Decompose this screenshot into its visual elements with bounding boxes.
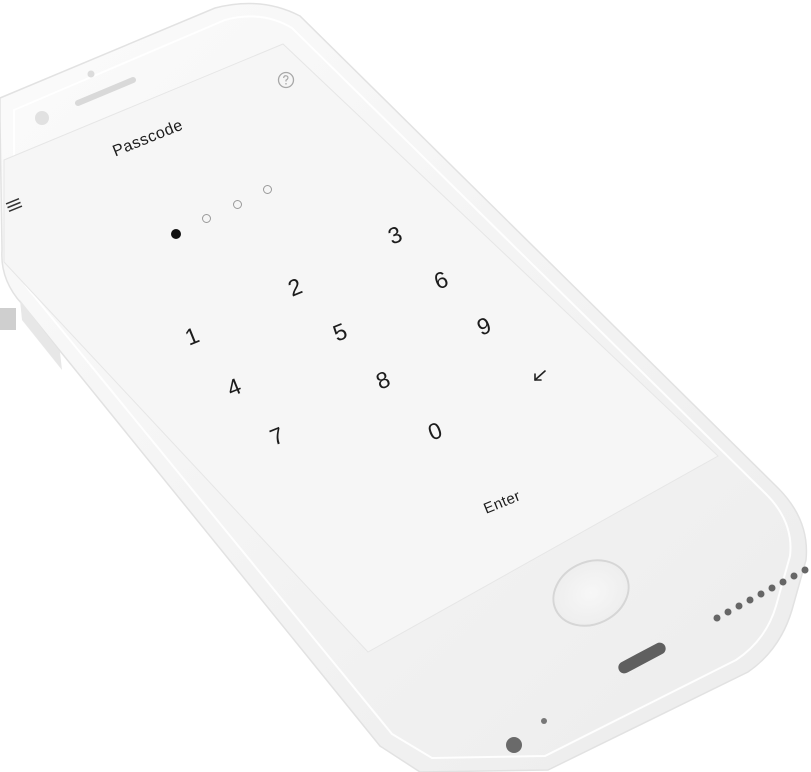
stage: Passcode 1 2 3 4 5 6 7 8 9 0 Enter — [0, 0, 811, 772]
front-camera — [87, 70, 95, 78]
backspace-icon[interactable] — [529, 365, 551, 387]
proximity-sensor — [35, 111, 49, 125]
microphone — [541, 718, 547, 724]
help-icon[interactable] — [276, 70, 296, 90]
passcode-dot-empty — [233, 200, 242, 209]
side-button — [0, 308, 16, 330]
passcode-dot-filled — [171, 229, 181, 239]
headphone-jack — [506, 737, 522, 753]
passcode-dot-empty — [202, 214, 211, 223]
passcode-dot-empty — [263, 185, 272, 194]
phone-body — [0, 2, 809, 772]
